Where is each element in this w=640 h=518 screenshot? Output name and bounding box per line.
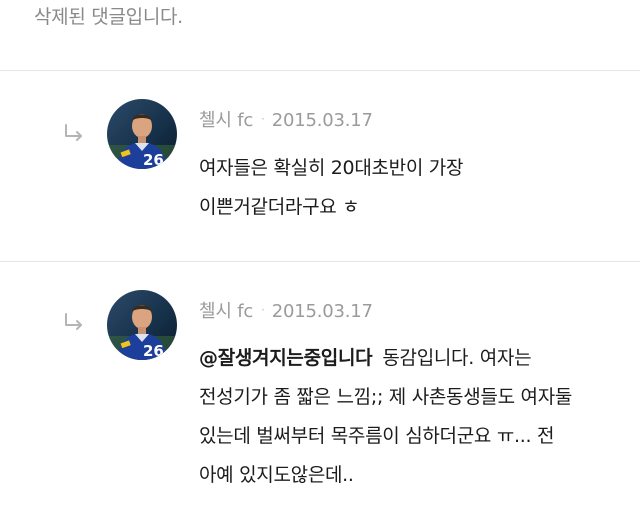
- comment-text: @잘생겨지는중입니다 동감입니다. 여자는 전성기가 좀 짧은 느낌;; 제 사촌…: [199, 339, 619, 495]
- comment-date: 2015.03.17: [271, 110, 373, 131]
- author-name[interactable]: 첼시 fc: [199, 110, 253, 131]
- meta-separator: ·: [261, 303, 265, 317]
- comment-line-text: 동감입니다. 여자는: [382, 347, 532, 369]
- comment-date: 2015.03.17: [271, 301, 373, 322]
- comment-line: 전성기가 좀 짧은 느낌;; 제 사촌동생들도 여자둘: [199, 386, 573, 408]
- reply-comment: 26 첼시 fc · 2015.03.17 여자들은 확실히 20대초반이 가장 이…: [0, 70, 640, 260]
- avatar[interactable]: 26: [107, 99, 177, 169]
- comment-text: 여자들은 확실히 20대초반이 가장 이쁜거같더라구요 ㅎ: [199, 149, 619, 227]
- reply-comment: 26 첼시 fc · 2015.03.17 @잘생겨지는중입니다 동감입니다. 여자는…: [0, 261, 640, 518]
- author-name[interactable]: 첼시 fc: [199, 301, 253, 322]
- meta-separator: ·: [261, 112, 265, 126]
- comment-line: 아예 있지도않은데..: [199, 464, 354, 486]
- deleted-comment-notice: 삭제된 댓글입니다.: [34, 6, 183, 28]
- comment-line: 이쁜거같더라구요 ㅎ: [199, 196, 360, 218]
- avatar[interactable]: 26: [107, 290, 177, 360]
- comment-thread: 삭제된 댓글입니다. 26 첼시 fc · 2015.03.17 여자들은 확실…: [0, 0, 640, 518]
- soccer-player-avatar-icon: 26: [107, 290, 177, 360]
- reply-arrow-icon: [65, 124, 82, 141]
- svg-text:26: 26: [143, 342, 164, 360]
- soccer-player-avatar-icon: 26: [107, 99, 177, 169]
- comment-meta: 첼시 fc · 2015.03.17: [199, 106, 373, 132]
- comment-line: 있는데 벌써부터 목주름이 심하더군요 ㅠ... 전: [199, 425, 555, 447]
- comment-meta: 첼시 fc · 2015.03.17: [199, 297, 373, 323]
- reply-arrow-icon: [65, 313, 82, 330]
- user-mention[interactable]: @잘생겨지는중입니다: [199, 347, 373, 369]
- svg-text:26: 26: [143, 151, 164, 169]
- comment-line: 여자들은 확실히 20대초반이 가장: [199, 157, 464, 179]
- comment-line: @잘생겨지는중입니다 동감입니다. 여자는: [199, 339, 619, 378]
